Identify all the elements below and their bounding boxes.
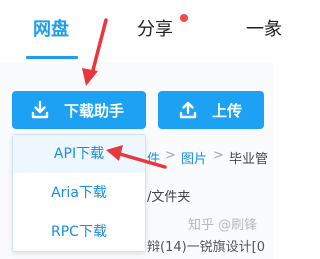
breadcrumb-item-current: 毕业管 xyxy=(229,152,269,167)
menu-item-rpc-download[interactable]: RPC下载 xyxy=(13,213,145,251)
download-icon xyxy=(31,100,49,119)
active-tab-indicator xyxy=(26,56,78,59)
file-row-name[interactable]: 辩(14)一锐旗设计[0 xyxy=(147,236,265,255)
upload-icon xyxy=(179,101,197,119)
upload-button[interactable]: 上传 xyxy=(158,91,264,129)
tab-more[interactable]: 一彖 xyxy=(246,18,282,42)
breadcrumb-separator: > xyxy=(165,148,176,163)
menu-item-api-download[interactable]: API下载 xyxy=(13,135,145,173)
download-helper-label: 下载助手 xyxy=(64,101,125,120)
tab-netdisk[interactable]: 网盘 xyxy=(33,18,69,42)
tab-share[interactable]: 分享 xyxy=(137,18,173,42)
breadcrumb-item-partial[interactable]: 件 xyxy=(147,148,160,167)
notification-dot xyxy=(180,14,188,22)
breadcrumb-separator: > xyxy=(213,148,224,163)
watermark: 知乎 @刷锋 xyxy=(188,218,258,233)
download-dropdown-menu: API下载 Aria下载 RPC下载 xyxy=(12,134,146,252)
breadcrumb-item-images[interactable]: 图片 xyxy=(181,148,207,167)
menu-item-aria-download[interactable]: Aria下载 xyxy=(13,174,145,212)
breadcrumb: 件 > 图片 > 毕业管 xyxy=(147,145,273,169)
upload-label: 上传 xyxy=(212,101,243,120)
top-nav-bar: 网盘 分享 一彖 xyxy=(0,0,282,62)
new-folder-label[interactable]: /文件夹 xyxy=(147,186,190,205)
download-helper-button[interactable]: 下载助手 xyxy=(12,91,146,129)
